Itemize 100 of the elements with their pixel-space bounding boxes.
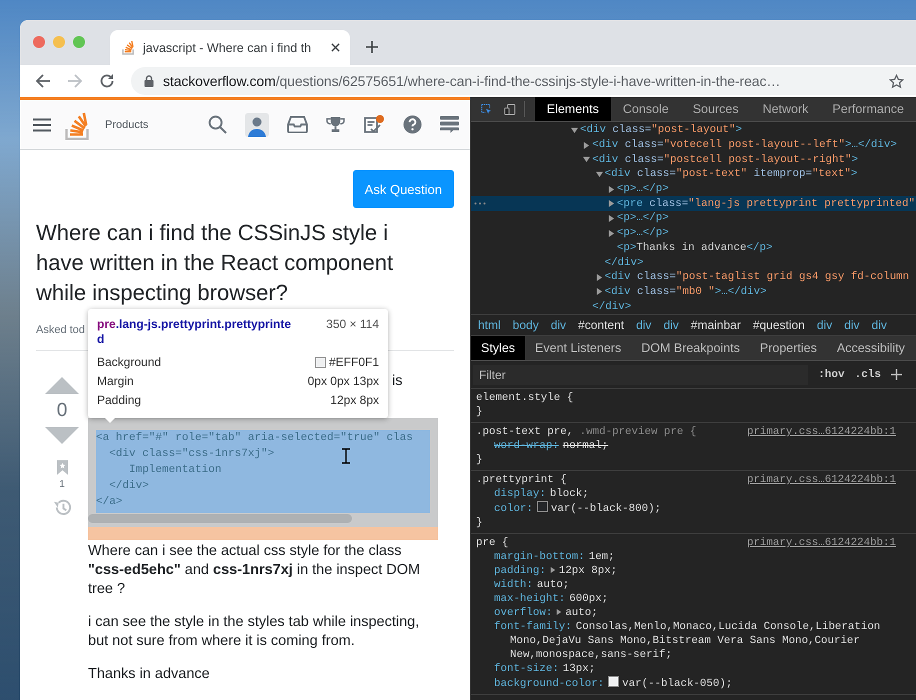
breadcrumb[interactable]: #content (578, 318, 624, 332)
code-line: <div class="css-1nrs7xj"> (108, 447, 274, 462)
breadcrumb[interactable]: div (844, 318, 860, 332)
devtools-tab[interactable]: Console (610, 97, 681, 121)
dom-node[interactable]: <div class="mb0 ">…</div> (471, 284, 916, 300)
search-icon[interactable] (208, 115, 227, 134)
property-label: Background (97, 354, 162, 371)
dom-node[interactable]: </div> (471, 299, 916, 314)
breadcrumb[interactable]: #question (752, 318, 805, 332)
collapsed-arrow-icon[interactable] (608, 214, 615, 222)
products-link[interactable]: Products (105, 118, 148, 130)
expanded-arrow-icon[interactable] (596, 170, 603, 178)
css-selector: element.style { (476, 391, 574, 405)
styles-pane-tab[interactable]: Styles (471, 336, 526, 360)
styles-pane-tab[interactable]: Event Listeners (525, 336, 632, 360)
collapsed-arrow-icon[interactable] (608, 186, 615, 193)
styles-pane-tab[interactable]: Accessibility (826, 336, 915, 360)
help-icon[interactable] (403, 115, 422, 134)
address-bar[interactable]: stackoverflow.com/questions/62575651/where-can-i-find-the-cssinjs-style-i-have-written-in-the-reac… (131, 67, 916, 95)
filter-toggle[interactable]: :hov (818, 368, 845, 380)
stylesheet-link[interactable]: primary.css…6124224bb:1 (746, 473, 896, 487)
color-swatch[interactable] (536, 501, 548, 512)
css-declaration[interactable]: width: auto; (476, 578, 896, 592)
scrollbar-thumb[interactable] (88, 514, 352, 523)
expanded-arrow-icon[interactable] (583, 156, 590, 164)
css-declaration[interactable]: max-height: 600px; (476, 592, 896, 606)
filter-field[interactable]: Filter (473, 364, 808, 384)
collapsed-arrow-icon[interactable] (608, 230, 615, 237)
dom-node[interactable]: <div class="post-text" itemprop="text"> (471, 167, 916, 182)
dom-node[interactable]: <div class="post-layout"> (471, 123, 916, 138)
css-declaration[interactable]: overflow: auto; (476, 606, 896, 620)
plus-icon[interactable] (891, 369, 902, 380)
collapsed-arrow-icon[interactable] (596, 274, 603, 281)
dom-node[interactable]: <p>…</p> (471, 226, 916, 240)
property-label: Padding (97, 392, 142, 409)
code-line: Implementation (128, 463, 222, 478)
devtools-tab[interactable]: Elements (534, 97, 611, 121)
device-toolbar-icon[interactable] (504, 102, 516, 116)
breadcrumb[interactable]: div (816, 318, 832, 332)
collapsed-arrow-icon[interactable] (550, 567, 556, 573)
dom-node[interactable]: </div> (471, 255, 916, 270)
breadcrumb[interactable]: html (478, 318, 501, 332)
code-line: <a href="#" role="tab" aria-selected="true" clas (96, 431, 413, 446)
devtools-tab[interactable]: Performance (820, 97, 916, 121)
property-label: Margin (97, 373, 134, 390)
css-declaration[interactable]: font-size: 13px; (476, 662, 896, 676)
trophy-icon[interactable] (326, 116, 345, 133)
site-switcher-icon[interactable] (440, 115, 459, 134)
filter-toggle[interactable]: .cls (854, 368, 881, 380)
breadcrumb[interactable]: div (550, 318, 566, 332)
css-declaration[interactable]: margin-bottom: 1em; (476, 550, 896, 564)
back-icon[interactable] (35, 73, 51, 89)
dom-node[interactable]: <pre class="lang-js prettyprint prettyprinted" (471, 196, 916, 212)
dom-node[interactable]: <p>…</p> (471, 211, 916, 226)
vote-count: 0 (56, 400, 68, 422)
stylesheet-link[interactable]: primary.css…6124224bb:1 (746, 425, 896, 439)
inbox-icon[interactable] (287, 116, 308, 133)
css-declaration[interactable]: display: block; (476, 487, 896, 501)
browser-tab[interactable]: javascript - Where can i find th (110, 30, 350, 65)
collapsed-arrow-icon[interactable] (608, 200, 615, 208)
avatar-icon[interactable] (245, 112, 269, 136)
devtools-tab[interactable]: Network (750, 97, 820, 121)
devtools-tab[interactable]: Sources (680, 97, 751, 121)
css-declaration[interactable]: padding: 12px 8px; (476, 564, 896, 578)
css-declaration[interactable]: background-color: var(--black-050); (476, 676, 896, 691)
inspect-element-icon[interactable] (481, 102, 492, 116)
css-declaration[interactable]: color: var(--black-800); (476, 501, 896, 516)
dom-node[interactable]: <p>…</p> (471, 182, 916, 196)
more-icon[interactable] (474, 202, 486, 206)
review-queue-icon[interactable] (363, 114, 385, 134)
styles-pane-tab[interactable]: Properties (750, 336, 827, 360)
breadcrumb[interactable]: div (636, 318, 652, 332)
stylesheet-link[interactable]: primary.css…6124224bb:1 (746, 536, 896, 550)
closing-brace: } (476, 453, 484, 467)
reload-icon[interactable] (99, 73, 115, 89)
dom-node[interactable]: <div class="post-taglist grid gs4 gsy fd-column (471, 270, 916, 285)
star-icon[interactable] (889, 74, 904, 88)
breadcrumb[interactable]: body (512, 318, 539, 332)
css-selector: pre { (476, 536, 508, 550)
stack-logo-icon (122, 40, 135, 55)
styles-pane-tab[interactable]: DOM Breakpoints (631, 336, 750, 360)
breadcrumb[interactable]: #mainbar (690, 318, 741, 332)
css-declaration[interactable]: font-family: Consolas,Menlo,Monaco,Lucida Console,Liberation Mono,DejaVu Sans Mono,Bitstream Vera Sans Mono,Courier New,monospace,sans-serif; (476, 620, 896, 662)
new-tab-icon[interactable] (366, 41, 378, 53)
close-icon[interactable] (331, 43, 340, 52)
breadcrumb[interactable]: div (663, 318, 679, 332)
css-declaration[interactable]: word-wrap: normal; (476, 439, 896, 453)
menu-icon[interactable] (33, 118, 51, 132)
breadcrumb[interactable]: div (872, 318, 887, 332)
color-swatch[interactable] (608, 676, 620, 687)
dom-node[interactable]: <div class="votecell post-layout--left">…</div> (471, 138, 916, 152)
collapsed-arrow-icon[interactable] (556, 609, 562, 615)
collapsed-arrow-icon[interactable] (596, 288, 603, 296)
code-line: </a> (96, 495, 122, 510)
dom-node[interactable]: <p>Thanks in advance</p> (471, 240, 916, 256)
dom-node[interactable]: <div class="postcell post-layout--right"> (471, 152, 916, 168)
property-value: 12px 8px (330, 392, 379, 409)
property-value: #EFF0F1 (328, 354, 379, 371)
collapsed-arrow-icon[interactable] (583, 142, 590, 149)
expanded-arrow-icon[interactable] (571, 126, 578, 134)
